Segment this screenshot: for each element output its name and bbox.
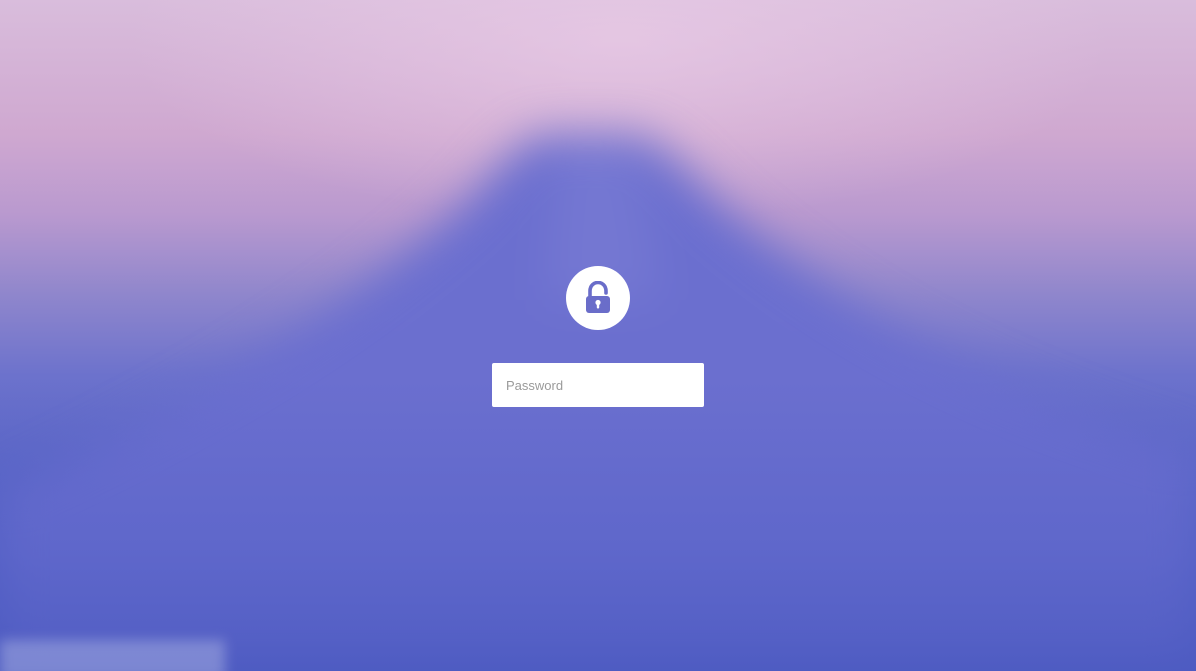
corner-haze [0, 640, 225, 671]
foreground-haze [0, 380, 1196, 671]
lock-badge [566, 266, 630, 330]
padlock-unlocked-icon [583, 281, 613, 315]
lock-screen [0, 0, 1196, 671]
background-mountain [0, 0, 1196, 671]
password-input[interactable] [492, 363, 704, 407]
